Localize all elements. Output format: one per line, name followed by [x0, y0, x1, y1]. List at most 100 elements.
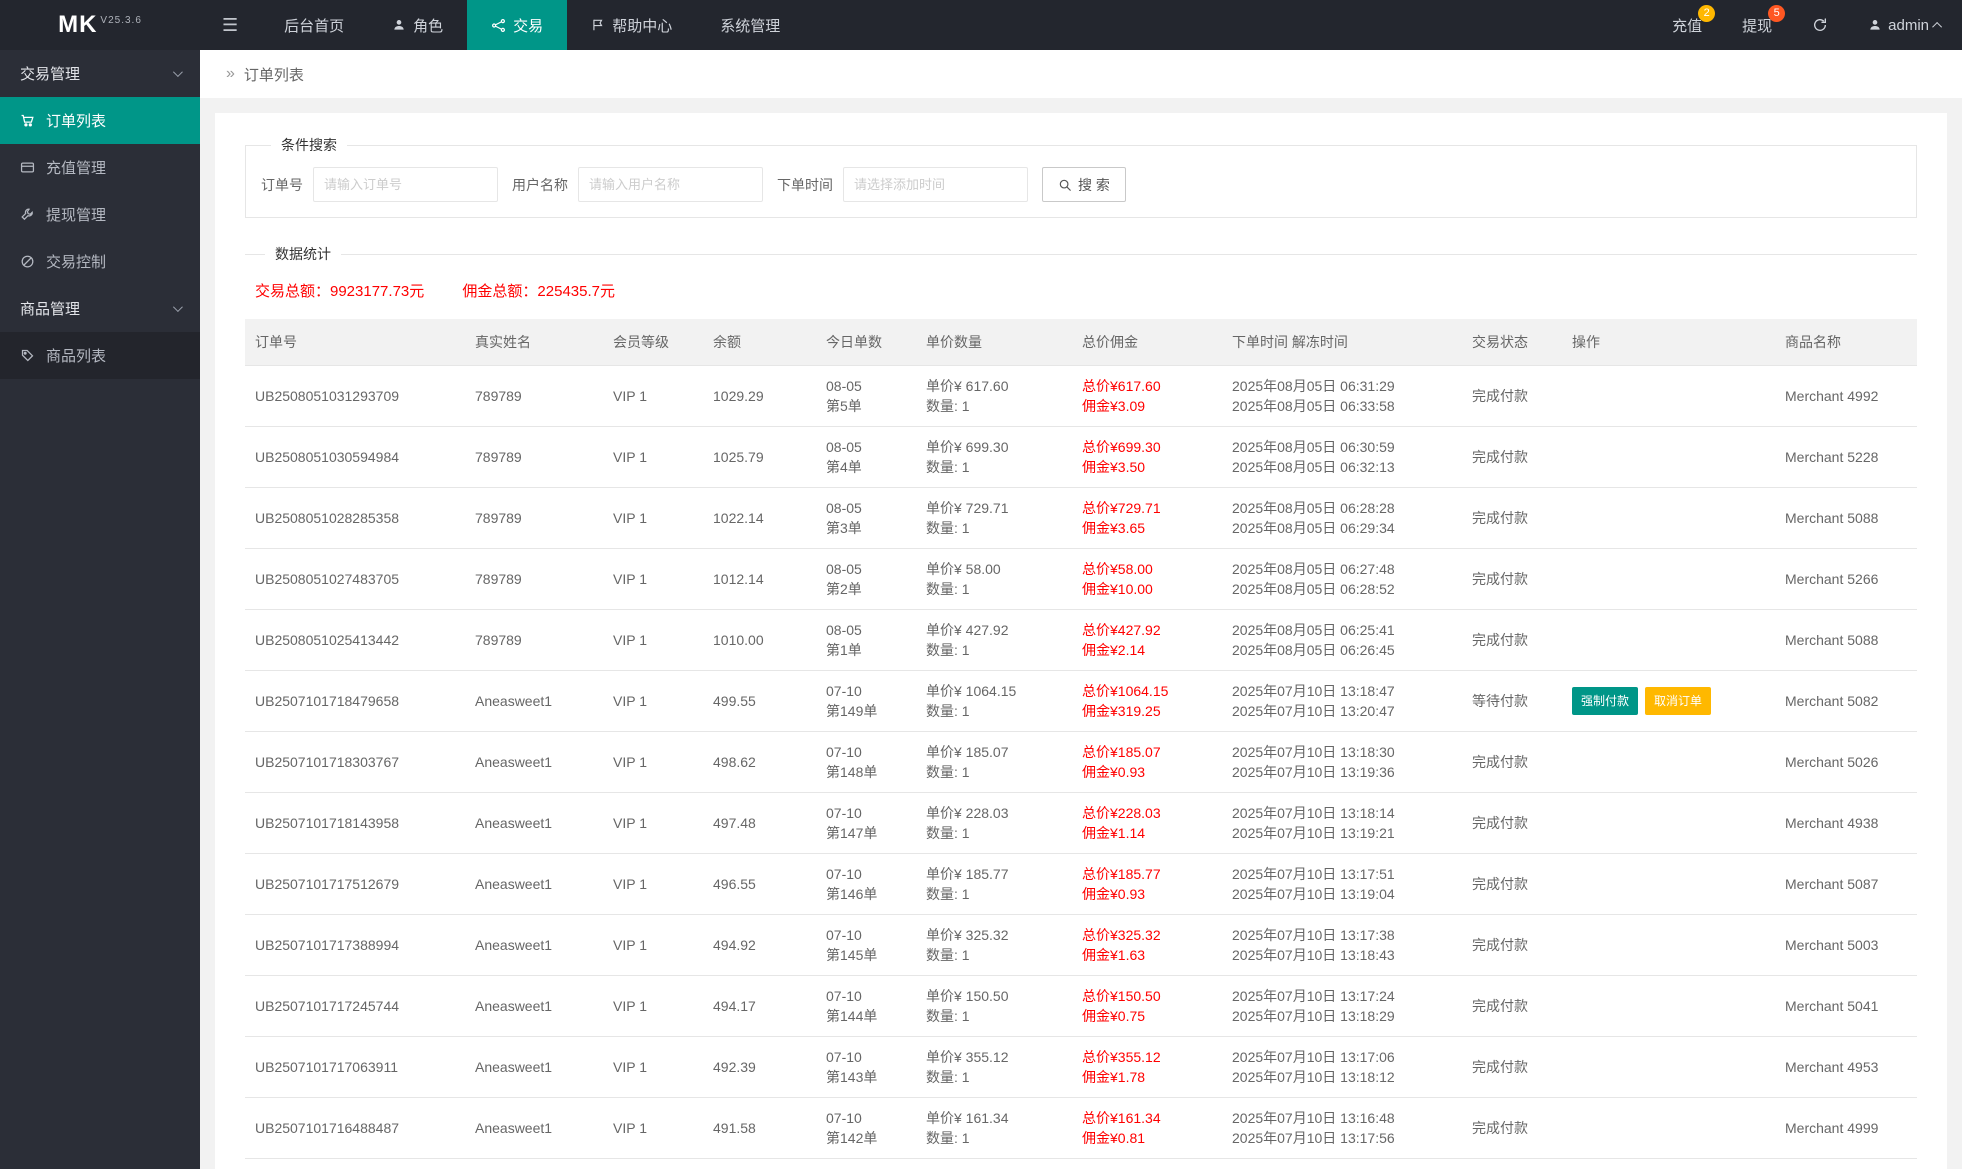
sidebar-group-trade-management[interactable]: 交易管理 [0, 50, 200, 97]
cell-day-order-count: 08-05第2单 [816, 549, 916, 610]
table-row: UB2507101718303767Aneasweet1VIP 1498.620… [245, 732, 1917, 793]
cell-merchant-name: Merchant 5041 [1775, 976, 1917, 1037]
cell-merchant-name: Merchant 5087 [1775, 854, 1917, 915]
cell-merchant-name: Merchant 5228 [1775, 427, 1917, 488]
cell-real-name: 789789 [465, 366, 603, 427]
nav-label: 系统管理 [720, 15, 780, 36]
username-input[interactable] [578, 167, 763, 202]
cell-real-name: Aneasweet1 [465, 671, 603, 732]
cell-actions [1562, 488, 1775, 549]
refresh-icon [1812, 17, 1828, 33]
breadcrumb: » 订单列表 [200, 50, 1962, 98]
cell-trade-status: 完成付款 [1462, 732, 1562, 793]
cell-order-no: UB2507101717245744 [245, 976, 465, 1037]
cell-order-unfreeze-time: 2025年07月10日 13:18:142025年07月10日 13:19:21 [1222, 793, 1462, 854]
refresh-button[interactable] [1792, 0, 1848, 50]
nav-item-home[interactable]: 后台首页 [260, 0, 368, 50]
cell-total-commission: 总价¥617.60佣金¥3.09 [1072, 366, 1222, 427]
nav-item-help-center[interactable]: 帮助中心 [567, 0, 696, 50]
cell-vip-level: VIP 1 [603, 549, 703, 610]
cell-actions [1562, 1159, 1775, 1169]
nav-item-system[interactable]: 系统管理 [696, 0, 804, 50]
order-no-input[interactable] [313, 167, 498, 202]
cell-day-order-count: 07-10第144单 [816, 976, 916, 1037]
sidebar-item-recharge-management[interactable]: 充值管理 [0, 144, 200, 191]
cell-vip-level: VIP 1 [603, 1098, 703, 1159]
search-button[interactable]: 搜 索 [1042, 167, 1126, 202]
card-icon [20, 160, 35, 175]
chevron-down-icon [173, 67, 183, 77]
chevron-down-icon [173, 302, 183, 312]
cell-balance: 491.58 [703, 1098, 816, 1159]
cell-real-name: Aneasweet1 [465, 915, 603, 976]
nav-label: 交易 [513, 15, 543, 36]
cell-order-no: UB2508051030594984 [245, 427, 465, 488]
nav-item-roles[interactable]: 角色 [368, 0, 467, 50]
order-time-label: 下单时间 [777, 175, 833, 195]
cell-order-unfreeze-time: 2025年08月05日 06:25:412025年08月05日 06:26:45 [1222, 610, 1462, 671]
cell-actions [1562, 793, 1775, 854]
table-row: UB2508051027483705789789VIP 11012.1408-0… [245, 549, 1917, 610]
table-row: UB2507101716274829Aneasweet1VIP 1490.800… [245, 1159, 1917, 1169]
cell-trade-status: 完成付款 [1462, 549, 1562, 610]
cell-merchant-name: Merchant 5003 [1775, 915, 1917, 976]
table-row: UB2507101717388994Aneasweet1VIP 1494.920… [245, 915, 1917, 976]
cell-order-unfreeze-time: 2025年07月10日 13:17:512025年07月10日 13:19:04 [1222, 854, 1462, 915]
cell-vip-level: VIP 1 [603, 427, 703, 488]
menu-toggle-icon[interactable]: ☰ [200, 0, 260, 50]
table-header-row: 订单号真实姓名会员等级余额今日单数单价数量总价佣金下单时间 解冻时间交易状态操作… [245, 319, 1917, 366]
cell-real-name: Aneasweet1 [465, 1098, 603, 1159]
cell-trade-status: 完成付款 [1462, 610, 1562, 671]
person-icon [1868, 18, 1882, 32]
cell-unit-price-qty: 单价¥ 161.34数量: 1 [916, 1098, 1072, 1159]
cart-icon [20, 113, 35, 128]
cell-trade-status: 完成付款 [1462, 854, 1562, 915]
cell-vip-level: VIP 1 [603, 915, 703, 976]
sidebar-item-withdraw-management[interactable]: 提现管理 [0, 191, 200, 238]
search-panel-legend: 条件搜索 [271, 135, 347, 155]
cell-real-name: Aneasweet1 [465, 1159, 603, 1169]
cell-total-commission: 总价¥355.12佣金¥1.78 [1072, 1037, 1222, 1098]
cancel-order-button[interactable]: 取消订单 [1645, 687, 1711, 715]
cell-actions [1562, 976, 1775, 1037]
table-row: UB2507101716488487Aneasweet1VIP 1491.580… [245, 1098, 1917, 1159]
column-header: 总价佣金 [1072, 319, 1222, 366]
top-navigation: 后台首页 角色 交易 帮助中心 系统管理 [260, 0, 804, 50]
cell-merchant-name: Merchant 5243 [1775, 1159, 1917, 1169]
stats-panel: 数据统计 交易总额：9923177.73元 佣金总额：225435.7元 [245, 244, 1917, 307]
cell-merchant-name: Merchant 4938 [1775, 793, 1917, 854]
cell-merchant-name: Merchant 4953 [1775, 1037, 1917, 1098]
sidebar-item-label: 交易控制 [46, 251, 106, 272]
control-icon [20, 254, 35, 269]
cell-order-unfreeze-time: 2025年07月10日 13:17:382025年07月10日 13:18:43 [1222, 915, 1462, 976]
order-time-input[interactable] [843, 167, 1028, 202]
cell-balance: 1029.29 [703, 366, 816, 427]
cell-actions [1562, 366, 1775, 427]
sidebar-item-trade-control[interactable]: 交易控制 [0, 238, 200, 285]
nav-item-trade[interactable]: 交易 [467, 0, 567, 50]
sidebar-item-order-list[interactable]: 订单列表 [0, 97, 200, 144]
cell-real-name: 789789 [465, 488, 603, 549]
orders-table: 订单号真实姓名会员等级余额今日单数单价数量总价佣金下单时间 解冻时间交易状态操作… [245, 319, 1917, 1169]
cell-trade-status: 完成付款 [1462, 1159, 1562, 1169]
cell-unit-price-qty: 单价¥ 185.07数量: 1 [916, 732, 1072, 793]
withdraw-button[interactable]: 提现 5 [1722, 0, 1792, 50]
app-logo: MK V25.3.6 [0, 0, 200, 50]
cell-balance: 1022.14 [703, 488, 816, 549]
sidebar-item-goods-list[interactable]: 商品列表 [0, 332, 200, 379]
cell-trade-status: 完成付款 [1462, 1098, 1562, 1159]
sidebar: 交易管理 订单列表 充值管理 提现管理 交易控制 商品管理 商品列表 [0, 50, 200, 1169]
recharge-button[interactable]: 充值 2 [1652, 0, 1722, 50]
cell-order-no: UB2507101716274829 [245, 1159, 465, 1169]
user-menu[interactable]: admin [1848, 0, 1962, 50]
cell-day-order-count: 07-10第142单 [816, 1098, 916, 1159]
column-header: 交易状态 [1462, 319, 1562, 366]
cell-day-order-count: 07-10第148单 [816, 732, 916, 793]
cell-order-no: UB2508051028285358 [245, 488, 465, 549]
order-no-field: 订单号 [261, 167, 498, 202]
cell-day-order-count: 07-10第143单 [816, 1037, 916, 1098]
order-time-field: 下单时间 [777, 167, 1028, 202]
sidebar-group-goods-management[interactable]: 商品管理 [0, 285, 200, 332]
cell-merchant-name: Merchant 5026 [1775, 732, 1917, 793]
force-pay-button[interactable]: 强制付款 [1572, 687, 1638, 715]
